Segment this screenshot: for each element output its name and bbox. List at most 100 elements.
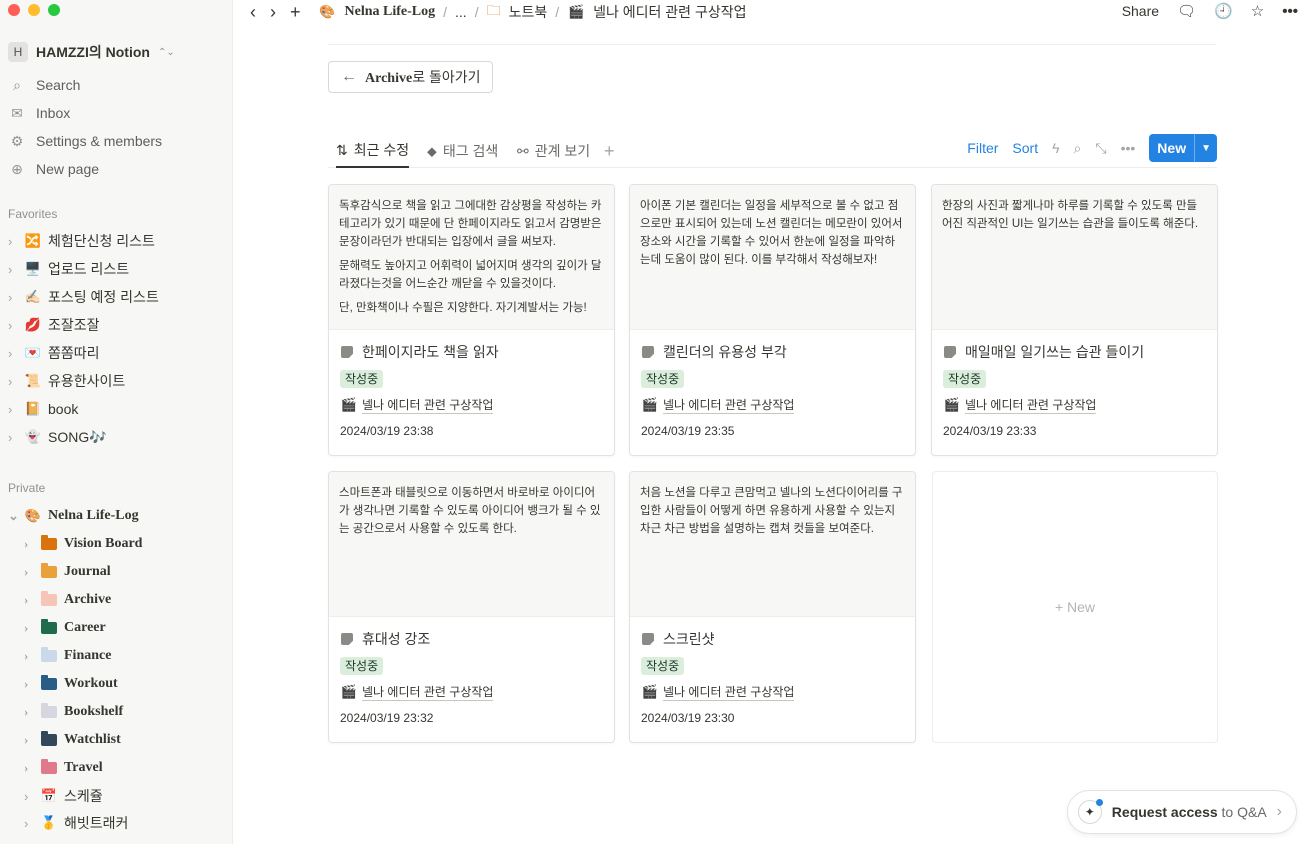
chevron-right-icon[interactable]: ›	[24, 648, 34, 664]
request-qa-button[interactable]: ✦ Request access to Q&A ›	[1066, 790, 1297, 834]
filter-button[interactable]: Filter	[967, 140, 998, 156]
sidebar-favorite-item[interactable]: › 📜 유용한사이트	[8, 367, 125, 395]
breadcrumb-item[interactable]: 노트북	[509, 2, 548, 22]
add-view-plus-icon[interactable]: +	[604, 134, 615, 168]
sidebar-new-page[interactable]: ⊕ New page	[8, 155, 99, 183]
sidebar-private-root[interactable]: ⌄ 🎨 Nelna Life-Log	[8, 502, 139, 530]
back-button-rest: 로 돌아가기	[412, 69, 481, 85]
chevron-right-icon[interactable]: ›	[8, 430, 18, 445]
close-window-button[interactable]	[8, 4, 20, 16]
clapper-emoji-icon: 🎬	[943, 397, 961, 412]
sidebar-item-label: 유용한사이트	[48, 373, 126, 389]
tab-recent-edit[interactable]: ⇅ 최근 수정	[336, 134, 410, 168]
chevron-right-icon[interactable]: ›	[24, 592, 34, 608]
gallery-card[interactable]: 독후감식으로 책을 읽고 그에대한 감상평을 작성하는 카테고리가 있기 때문에…	[328, 184, 615, 456]
chevron-right-icon[interactable]: ›	[24, 620, 34, 636]
sidebar-item-label: 해빗트래커	[64, 815, 129, 831]
sidebar-private-item[interactable]: › 🥇 해빗트래커	[24, 809, 128, 837]
forward-arrow-icon[interactable]: ›	[270, 2, 276, 23]
chevron-right-icon[interactable]: ›	[24, 676, 34, 692]
sidebar-item-label: 쫌쫌따리	[48, 345, 100, 361]
new-button[interactable]: New ▼	[1149, 134, 1217, 162]
breadcrumb-item[interactable]: 넬나 에디터 관련 구상작업	[593, 2, 746, 22]
star-icon[interactable]: ☆	[1251, 2, 1264, 20]
chevron-right-icon[interactable]: ›	[24, 536, 34, 552]
sidebar-item-label: Vision Board	[64, 536, 143, 551]
sidebar-private-item[interactable]: › Workout	[24, 670, 118, 698]
chevron-right-icon[interactable]: ›	[24, 789, 34, 804]
share-button[interactable]: Share	[1122, 3, 1159, 19]
expand-icon[interactable]: ⤡	[1095, 140, 1106, 157]
gallery-card[interactable]: 한장의 사진과 짧게나마 하루를 기록할 수 있도록 만들어진 직관적인 UI는…	[931, 184, 1218, 456]
chevron-right-icon[interactable]: ›	[24, 732, 34, 748]
chevron-right-icon[interactable]: ›	[24, 564, 34, 580]
chevron-right-icon[interactable]: ›	[8, 346, 18, 361]
lightning-icon[interactable]: ϟ	[1052, 140, 1059, 156]
sidebar-private-item[interactable]: › Archive	[24, 586, 111, 614]
workspace-switcher[interactable]: H HAMZZI의 Notion ⌃⌄	[8, 42, 175, 62]
chevron-right-icon[interactable]: ›	[24, 760, 34, 776]
chevron-down-icon[interactable]: ▼	[1194, 134, 1217, 162]
page-emoji-icon: 🎨	[24, 508, 42, 523]
sidebar-favorite-item[interactable]: › 👻 SONG🎶	[8, 423, 107, 451]
more-icon[interactable]: •••	[1282, 3, 1298, 20]
back-to-archive-button[interactable]: ← Archive로 돌아가기	[328, 61, 494, 93]
minimize-window-button[interactable]	[28, 4, 40, 16]
gallery-card[interactable]: 아이폰 기본 캘린더는 일정을 세부적으로 볼 수 없고 점으로만 표시되어 있…	[629, 184, 916, 456]
chevron-right-icon[interactable]: ›	[8, 318, 18, 333]
chevron-right-icon[interactable]: ›	[8, 374, 18, 389]
relation-link[interactable]: 🎬 넬나 에디터 관련 구상작업	[641, 396, 904, 414]
gallery-card[interactable]: 스마트폰과 태블릿으로 이동하면서 바로바로 아이디어가 생각나면 기록할 수 …	[328, 471, 615, 743]
sidebar-private-item[interactable]: › Finance	[24, 642, 111, 670]
sidebar-item-label: Journal	[64, 564, 111, 579]
sidebar-favorite-item[interactable]: › 📔 book	[8, 395, 78, 423]
sidebar-favorite-item[interactable]: › 💌 쫌쫌따리	[8, 339, 100, 367]
chevron-down-icon[interactable]: ⌄	[8, 508, 19, 524]
sidebar-favorite-item[interactable]: › 🖥️ 업로드 리스트	[8, 255, 129, 283]
sidebar-private-item[interactable]: › Career	[24, 614, 106, 642]
add-card-button[interactable]: + New	[932, 471, 1218, 743]
sidebar-favorite-item[interactable]: › 💋 조잘조잘	[8, 311, 100, 339]
chevron-right-icon[interactable]: ›	[24, 704, 34, 720]
more-icon[interactable]: •••	[1121, 140, 1136, 156]
sidebar-private-item[interactable]: › 📅 스케쥴	[24, 782, 103, 810]
sidebar-inbox[interactable]: ✉ Inbox	[8, 99, 70, 127]
zoom-window-button[interactable]	[48, 4, 60, 16]
tab-tag-search[interactable]: ⬥ 태그 검색	[427, 134, 498, 168]
history-clock-icon[interactable]: 🕘	[1214, 2, 1233, 20]
relation-link[interactable]: 🎬 넬나 에디터 관련 구상작업	[943, 396, 1206, 414]
sidebar-item-label: SONG🎶	[48, 428, 107, 445]
search-icon[interactable]: ⌕	[1074, 140, 1082, 157]
tab-relation-view[interactable]: ⚯ 관계 보기	[517, 134, 590, 168]
comment-icon[interactable]: 🗨	[1177, 2, 1196, 20]
chevron-right-icon[interactable]: ›	[8, 234, 18, 249]
breadcrumb-item[interactable]: ...	[455, 4, 467, 20]
clapper-emoji-icon: 🎬	[641, 397, 659, 412]
preview-text: 단, 만화책이나 수필은 지양한다. 자기계발서는 가능!	[339, 302, 587, 314]
sidebar-settings[interactable]: ⚙ Settings & members	[8, 127, 162, 155]
back-arrow-icon[interactable]: ‹	[250, 2, 256, 23]
sort-button[interactable]: Sort	[1012, 140, 1038, 156]
sidebar-search[interactable]: ⌕ Search	[8, 71, 80, 99]
sidebar-favorite-item[interactable]: › 🔀 체험단신청 리스트	[8, 227, 155, 255]
plus-icon[interactable]: +	[290, 2, 301, 23]
sidebar-private-item[interactable]: › Travel	[24, 754, 103, 782]
chevron-right-icon[interactable]: ›	[8, 402, 18, 417]
relation-label: 넬나 에디터 관련 구상작업	[362, 398, 494, 414]
relation-link[interactable]: 🎬 넬나 에디터 관련 구상작업	[340, 683, 603, 701]
card-preview: 스마트폰과 태블릿으로 이동하면서 바로바로 아이디어가 생각나면 기록할 수 …	[329, 472, 614, 617]
gallery-card[interactable]: 처음 노션을 다루고 큰맘먹고 넬나의 노션다이어리를 구입한 사람들이 어떻게…	[629, 471, 916, 743]
chevron-right-icon[interactable]: ›	[8, 262, 18, 277]
sidebar-favorite-item[interactable]: › ✍🏻 포스팅 예정 리스트	[8, 283, 159, 311]
chevron-right-icon[interactable]: ›	[8, 290, 18, 305]
relation-link[interactable]: 🎬 넬나 에디터 관련 구상작업	[340, 396, 603, 414]
sidebar-item-label: Workout	[64, 676, 118, 691]
sidebar-private-item[interactable]: › Bookshelf	[24, 698, 123, 726]
relation-link[interactable]: 🎬 넬나 에디터 관련 구상작업	[641, 683, 904, 701]
sidebar-private-item[interactable]: › Journal	[24, 558, 111, 586]
breadcrumb-item[interactable]: Nelna Life-Log	[345, 4, 436, 20]
sidebar-private-item[interactable]: › Watchlist	[24, 726, 121, 754]
sidebar-private-item[interactable]: › Vision Board	[24, 530, 142, 558]
status-tag: 작성중	[943, 370, 987, 388]
chevron-right-icon[interactable]: ›	[24, 816, 34, 831]
